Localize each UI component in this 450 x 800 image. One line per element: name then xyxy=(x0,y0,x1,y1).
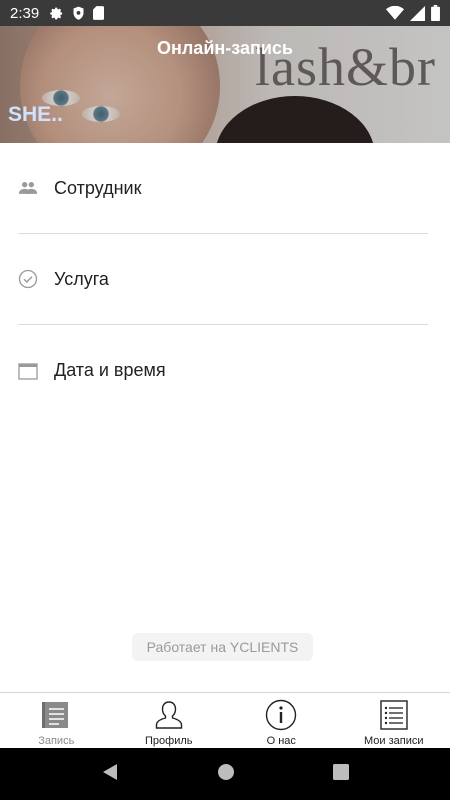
status-time: 2:39 xyxy=(10,4,40,22)
system-nav-bar xyxy=(0,748,450,800)
notebook-icon xyxy=(41,699,71,731)
powered-by-badge[interactable]: Работает на YCLIENTS xyxy=(132,633,313,661)
menu-item-label: Сотрудник xyxy=(54,177,142,198)
check-circle-icon xyxy=(18,269,38,289)
person-icon xyxy=(153,699,185,731)
nav-tab-label: Мои записи xyxy=(363,735,424,747)
wifi-icon xyxy=(386,6,404,20)
nav-tab-about[interactable]: О нас xyxy=(225,693,338,748)
nav-tab-label: Профиль xyxy=(145,735,193,747)
salon-name: SHE.. xyxy=(8,103,63,126)
gear-icon xyxy=(49,6,64,21)
menu-item-label: Услуга xyxy=(54,268,109,289)
home-icon[interactable] xyxy=(217,763,235,786)
calendar-icon xyxy=(18,361,38,381)
sd-card-icon xyxy=(93,6,105,20)
booking-steps-list: Сотрудник Услуга Дата и время xyxy=(0,143,450,416)
list-icon xyxy=(380,699,408,731)
header-banner: lash&br Онлайн-запись SHE.. xyxy=(0,26,450,143)
bottom-nav: Запись Профиль О нас Мои записи xyxy=(0,692,450,748)
shield-icon xyxy=(72,6,85,21)
users-icon xyxy=(18,178,38,198)
menu-item-service[interactable]: Услуга xyxy=(18,234,428,325)
menu-item-datetime[interactable]: Дата и время xyxy=(18,325,428,416)
battery-icon xyxy=(431,5,440,21)
nav-tab-label: О нас xyxy=(266,735,296,747)
nav-tab-booking[interactable]: Запись xyxy=(0,693,113,748)
nav-tab-label: Запись xyxy=(38,735,75,747)
back-icon[interactable] xyxy=(101,763,119,786)
status-bar: 2:39 xyxy=(0,0,450,26)
menu-item-label: Дата и время xyxy=(54,360,166,380)
info-icon xyxy=(265,699,297,731)
nav-tab-my-bookings[interactable]: Мои записи xyxy=(338,693,450,748)
page-title: Онлайн-запись xyxy=(157,38,293,58)
recents-icon[interactable] xyxy=(333,763,349,785)
menu-item-staff[interactable]: Сотрудник xyxy=(18,143,428,234)
nav-tab-profile[interactable]: Профиль xyxy=(113,693,226,748)
cellular-icon xyxy=(410,5,425,21)
